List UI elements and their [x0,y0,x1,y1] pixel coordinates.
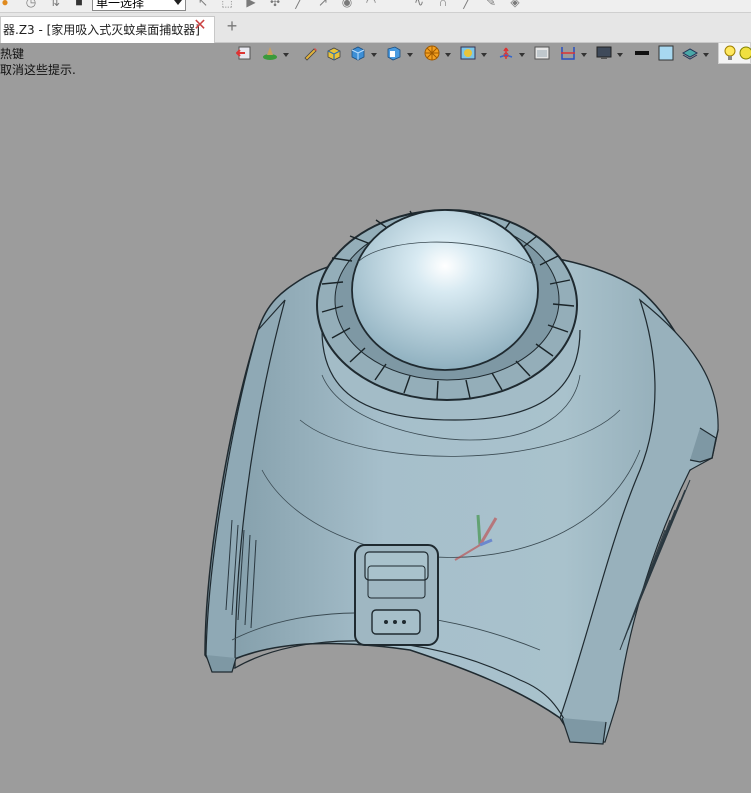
chevron-down-icon[interactable] [283,53,289,57]
pin-icon[interactable]: ⇅ [48,0,62,9]
spline-icon[interactable]: ∿ [412,0,426,9]
document-tab-bar: 器.Z3 - [家用吸入式灭蚊桌面捕蚊器] [0,13,751,43]
app-icon[interactable]: ● [0,0,12,9]
arc-icon[interactable]: ◠ [364,0,378,9]
mosquito-trap-model[interactable] [0,64,751,788]
sun-icon [739,46,751,60]
chevron-down-icon[interactable] [617,53,623,57]
render-mode-icon[interactable] [262,45,278,61]
chevron-down-icon[interactable] [407,53,413,57]
chevron-down-icon [174,0,182,5]
view-toolbar [236,42,751,64]
history-icon[interactable]: ◷ [24,0,38,9]
tab-document[interactable]: 器.Z3 - [家用吸入式灭蚊桌面捕蚊器] [0,16,215,43]
circle-icon[interactable]: ◉ [340,0,354,9]
line-color-icon[interactable] [634,45,650,61]
chevron-down-icon[interactable] [481,53,487,57]
trim-icon[interactable]: ╱ [460,0,474,9]
pencil-icon[interactable] [302,45,318,61]
tab-document-label: 器.Z3 - [家用吸入式灭蚊桌面捕蚊器] [3,23,200,37]
chevron-down-icon[interactable] [703,53,709,57]
section-icon[interactable] [560,45,576,61]
layer-icon[interactable] [682,45,698,61]
selection-filter-value: 单一选择 [96,0,145,10]
top-dome [351,209,539,371]
layers-icon[interactable]: ◈ [508,0,522,9]
chevron-down-icon[interactable] [445,53,451,57]
main-toolbar: ● ◷ ⇅ ■ 单一选择 ↖ ⬚ ▶ ✣ ╱ ↗ ◉ ◠ ⌒ ∿ ∩ ╱ ✎ ◈ [0,0,751,13]
add-tab-button[interactable]: + [224,17,240,35]
cube-view-icon[interactable] [386,45,402,61]
view-back-icon[interactable] [236,45,252,61]
view-settings-icon[interactable] [460,45,476,61]
orient-wheel-icon[interactable] [424,45,440,61]
curve-icon[interactable]: ⌒ [388,0,402,9]
point-icon[interactable]: ✣ [268,0,282,9]
select-icon[interactable]: ⬚ [220,0,234,9]
axis-icon[interactable] [498,45,514,61]
cursor-icon[interactable]: ↖ [196,0,210,9]
light-toggle[interactable] [718,42,751,64]
chevron-down-icon[interactable] [371,53,377,57]
box-yellow-icon[interactable] [326,45,342,61]
window-icon[interactable] [534,45,550,61]
fillet-icon[interactable]: ∩ [436,0,450,9]
graphics-viewport[interactable] [0,64,751,788]
selection-filter-select[interactable]: 单一选择 [92,0,186,11]
hint-hotkey: 热键 [0,47,25,61]
close-icon[interactable]: ✕ [192,18,208,34]
stop-icon[interactable]: ■ [72,0,86,9]
background-color-icon[interactable] [658,45,674,61]
chevron-down-icon[interactable] [581,53,587,57]
line-icon[interactable]: ╱ [292,0,306,9]
brush-icon[interactable]: ✎ [484,0,498,9]
light-icon [724,45,736,60]
display-icon[interactable] [596,45,612,61]
play-icon[interactable]: ▶ [244,0,258,9]
arrow-icon[interactable]: ↗ [316,0,330,9]
chevron-down-icon[interactable] [519,53,525,57]
shaded-cube-icon[interactable] [350,45,366,61]
